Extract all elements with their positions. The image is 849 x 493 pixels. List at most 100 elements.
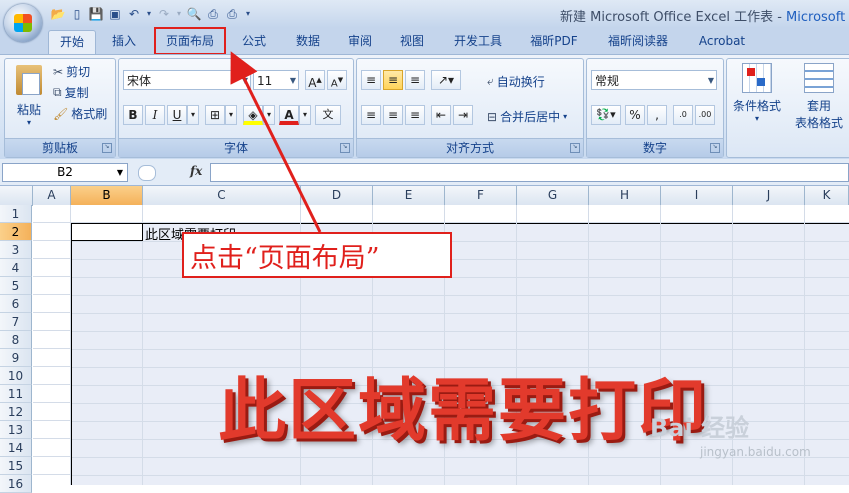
column-header-c[interactable]: C: [143, 186, 301, 205]
number-launcher-icon[interactable]: ↘: [710, 143, 720, 153]
row-header-4[interactable]: 4: [0, 259, 32, 277]
redo-dropdown-icon[interactable]: ▾: [175, 6, 183, 22]
wrap-text-button[interactable]: ⤶ 自动换行: [487, 73, 545, 90]
align-center-button[interactable]: ≡: [383, 105, 403, 125]
shrink-font-button[interactable]: A▼: [327, 70, 347, 90]
align-middle-button[interactable]: ≡: [383, 70, 403, 90]
font-name-combo[interactable]: 宋体 ▼: [123, 70, 251, 90]
tab-insert[interactable]: 插入: [104, 30, 144, 54]
row-header-16[interactable]: 16: [0, 475, 32, 493]
font-color-dropdown-icon[interactable]: ▾: [299, 105, 311, 125]
chevron-down-icon[interactable]: ▼: [117, 164, 123, 181]
copy-button[interactable]: ⧉ 复制: [53, 84, 89, 101]
comma-button[interactable]: ,: [647, 105, 667, 125]
decrease-decimal-button[interactable]: .00: [695, 105, 715, 125]
insert-function-icon[interactable]: fx: [190, 164, 202, 178]
tab-data[interactable]: 数据: [290, 30, 326, 54]
align-top-button[interactable]: ≡: [361, 70, 381, 90]
fill-color-dropdown-icon[interactable]: ▾: [263, 105, 275, 125]
column-header-h[interactable]: H: [589, 186, 661, 205]
orientation-button[interactable]: ↗▾: [431, 70, 461, 90]
redo-icon[interactable]: ↷: [156, 6, 172, 22]
undo-dropdown-icon[interactable]: ▾: [145, 6, 153, 22]
merge-center-button[interactable]: ⊟ 合并后居中 ▾: [487, 108, 567, 125]
save-as-icon[interactable]: ▣: [107, 6, 123, 22]
phonetic-button[interactable]: 文: [315, 105, 341, 125]
column-header-e[interactable]: E: [373, 186, 445, 205]
increase-indent-button[interactable]: ⇥: [453, 105, 473, 125]
clipboard-launcher-icon[interactable]: ↘: [102, 143, 112, 153]
select-all-corner[interactable]: [0, 186, 33, 205]
format-painter-button[interactable]: 🖌 格式刷: [53, 105, 107, 122]
formula-input[interactable]: [210, 163, 849, 182]
print-icon[interactable]: ⎙: [205, 6, 221, 22]
save-icon[interactable]: 💾: [88, 6, 104, 22]
percent-button[interactable]: %: [625, 105, 645, 125]
row-header-12[interactable]: 12: [0, 403, 32, 421]
underline-button[interactable]: U: [167, 105, 187, 125]
undo-icon[interactable]: ↶: [126, 6, 142, 22]
borders-dropdown-icon[interactable]: ▾: [225, 105, 237, 125]
conditional-format-button[interactable]: 条件格式 ▾: [731, 63, 783, 123]
column-header-j[interactable]: J: [733, 186, 805, 205]
cut-button[interactable]: ✂ 剪切: [53, 63, 90, 80]
row-header-11[interactable]: 11: [0, 385, 32, 403]
customize-qat-icon[interactable]: ▾: [243, 6, 253, 22]
tab-foxit-reader[interactable]: 福昕阅读器: [600, 30, 676, 54]
column-header-g[interactable]: G: [517, 186, 589, 205]
active-cell-b2[interactable]: [71, 223, 143, 241]
column-header-k[interactable]: K: [805, 186, 849, 205]
column-header-a[interactable]: A: [33, 186, 71, 205]
quick-print-icon[interactable]: ⎙: [224, 6, 240, 22]
formula-expand-icon[interactable]: [138, 165, 156, 181]
font-color-button[interactable]: A: [279, 105, 299, 125]
bold-button[interactable]: B: [123, 105, 143, 125]
currency-button[interactable]: 💱▾: [591, 105, 621, 125]
grow-font-button[interactable]: A▲: [305, 70, 325, 90]
italic-button[interactable]: I: [145, 105, 165, 125]
increase-decimal-button[interactable]: .0: [673, 105, 693, 125]
borders-button[interactable]: ⊞: [205, 105, 225, 125]
open-icon[interactable]: 📂: [50, 6, 66, 22]
row-header-8[interactable]: 8: [0, 331, 32, 349]
tab-foxit-pdf[interactable]: 福昕PDF: [524, 30, 584, 54]
paste-button[interactable]: 粘贴 ▾: [9, 63, 49, 129]
row-header-10[interactable]: 10: [0, 367, 32, 385]
row-header-6[interactable]: 6: [0, 295, 32, 313]
tab-view[interactable]: 视图: [394, 30, 430, 54]
row-header-3[interactable]: 3: [0, 241, 32, 259]
column-header-f[interactable]: F: [445, 186, 517, 205]
tab-acrobat[interactable]: Acrobat: [692, 30, 752, 54]
new-icon[interactable]: ▯: [69, 6, 85, 22]
chevron-down-icon[interactable]: ▾: [563, 112, 567, 121]
row-header-5[interactable]: 5: [0, 277, 32, 295]
name-box[interactable]: B2 ▼: [2, 163, 128, 182]
row-header-15[interactable]: 15: [0, 457, 32, 475]
paste-dropdown-icon[interactable]: ▾: [9, 118, 49, 127]
row-header-13[interactable]: 13: [0, 421, 32, 439]
column-header-i[interactable]: I: [661, 186, 733, 205]
column-header-d[interactable]: D: [301, 186, 373, 205]
alignment-launcher-icon[interactable]: ↘: [570, 143, 580, 153]
tab-home[interactable]: 开始: [48, 30, 96, 55]
underline-dropdown-icon[interactable]: ▾: [187, 105, 199, 125]
tab-developer[interactable]: 开发工具: [448, 30, 508, 54]
office-button[interactable]: [4, 4, 42, 42]
row-header-9[interactable]: 9: [0, 349, 32, 367]
fill-color-button[interactable]: ◈: [243, 105, 263, 125]
font-size-combo[interactable]: 11 ▼: [253, 70, 299, 90]
tab-review[interactable]: 审阅: [342, 30, 378, 54]
row-header-14[interactable]: 14: [0, 439, 32, 457]
align-left-button[interactable]: ≡: [361, 105, 381, 125]
font-launcher-icon[interactable]: ↘: [340, 143, 350, 153]
decrease-indent-button[interactable]: ⇤: [431, 105, 451, 125]
print-preview-icon[interactable]: 🔍: [186, 6, 202, 22]
column-header-b[interactable]: B: [71, 186, 143, 205]
tab-formulas[interactable]: 公式: [236, 30, 272, 54]
number-format-combo[interactable]: 常规 ▼: [591, 70, 717, 90]
align-bottom-button[interactable]: ≡: [405, 70, 425, 90]
align-right-button[interactable]: ≡: [405, 105, 425, 125]
row-header-2[interactable]: 2: [0, 223, 32, 241]
row-header-1[interactable]: 1: [0, 205, 32, 223]
format-as-table-button[interactable]: 套用 表格格式: [789, 63, 849, 131]
